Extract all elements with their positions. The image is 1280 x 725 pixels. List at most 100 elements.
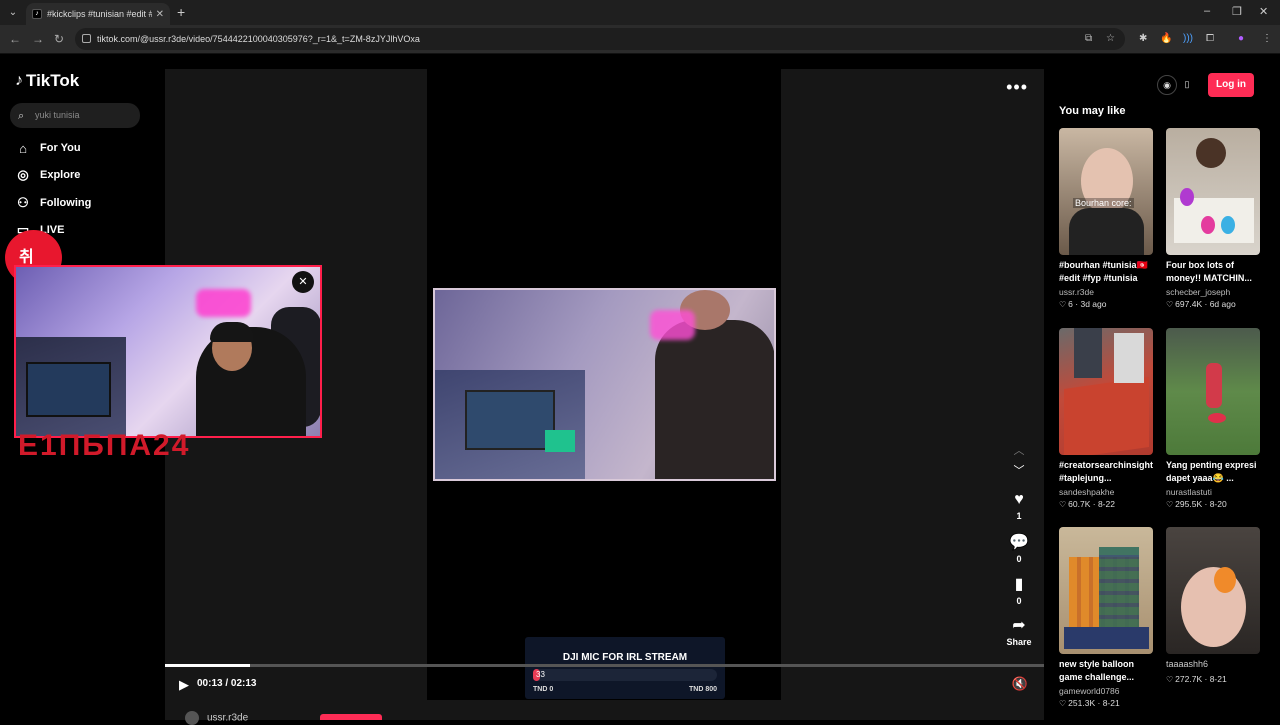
new-tab-button[interactable]: +: [177, 4, 185, 20]
follow-button[interactable]: [320, 714, 382, 720]
donation-goal-widget: DJI MIC FOR IRL STREAM 33 TND 0 TND 800: [525, 637, 725, 699]
fire-extension-icon[interactable]: 🔥: [1160, 33, 1172, 44]
thumbnail-caption: Bourhan core:: [1073, 198, 1134, 208]
extensions-puzzle-icon[interactable]: ⧠: [1206, 33, 1214, 44]
phone-icon[interactable]: ▯: [1177, 75, 1197, 95]
search-placeholder: yuki tunisia: [35, 110, 80, 120]
browser-tab[interactable]: ♪ #kickclips #tunisian #edit #fyp ✕: [26, 3, 170, 25]
sidebar-item-explore[interactable]: ◎ Explore: [14, 165, 80, 185]
suggestion-card[interactable]: Yang penting expresi dapet yaaa😂 ... nur…: [1166, 328, 1260, 509]
compass-icon[interactable]: ◉: [1157, 75, 1177, 95]
card-caption: #creatorsearchinsights #taplejung...: [1059, 460, 1153, 483]
card-meta: ♡ 295.5K · 8-20: [1166, 499, 1227, 509]
suggestion-card[interactable]: #creatorsearchinsights #taplejung... san…: [1059, 328, 1153, 509]
mute-icon[interactable]: 🔇: [1012, 676, 1028, 692]
profile-avatar-icon[interactable]: ●: [1238, 33, 1244, 44]
audio-extension-icon[interactable]: ))): [1183, 33, 1193, 44]
heart-outline-icon: ♡: [1059, 699, 1067, 708]
sidebar-item-label: Following: [40, 197, 92, 209]
heart-outline-icon: ♡: [1166, 300, 1174, 309]
url-field[interactable]: tiktok.com/@ussr.r3de/video/754442210004…: [75, 28, 1125, 50]
card-meta: ♡ 697.4K · 6d ago: [1166, 299, 1236, 309]
scroll-up-icon[interactable]: ︿: [1006, 442, 1032, 458]
browser-tab-bar: ⌄ ♪ #kickclips #tunisian #edit #fyp ✕ + …: [0, 0, 1280, 25]
sidebar-item-for-you[interactable]: ⌂ For You: [14, 138, 81, 158]
video-thumbnail[interactable]: [1166, 527, 1260, 654]
author-avatar: [185, 711, 199, 725]
video-thumbnail[interactable]: Bourhan core:: [1059, 128, 1153, 255]
card-user: nurastlastuti: [1166, 487, 1212, 497]
video-thumbnail[interactable]: [1059, 527, 1153, 654]
play-icon[interactable]: ▶: [179, 677, 189, 693]
address-bar-row: ← → ↻ tiktok.com/@ussr.r3de/video/754442…: [0, 25, 1280, 54]
card-meta: ♡ 60.7K · 8-22: [1059, 499, 1115, 509]
logo-text: TikTok: [26, 71, 80, 90]
suggestion-card[interactable]: new style balloon game challenge... game…: [1059, 527, 1153, 708]
video-progress-bar[interactable]: [165, 664, 1044, 667]
more-options-icon[interactable]: •••: [1006, 77, 1028, 98]
save-count: 0: [1016, 596, 1022, 606]
card-caption: #bourhan #tunisia🇹🇳 #edit #fyp #tunisia: [1059, 260, 1148, 283]
close-window-button[interactable]: ✕: [1259, 5, 1268, 18]
compass-icon: ◎: [17, 167, 29, 182]
share-button[interactable]: ➦ Share: [1001, 615, 1037, 647]
site-info-icon[interactable]: [82, 34, 91, 43]
donation-min: TND 0: [533, 686, 554, 693]
sidebar-item-following[interactable]: ⚇ Following: [14, 193, 91, 213]
tab-list-button[interactable]: ⌄: [5, 5, 21, 21]
scroll-down-icon[interactable]: ﹀: [1006, 462, 1032, 478]
card-caption: Yang penting expresi dapet yaaa😂 ...: [1166, 460, 1257, 483]
card-caption: new style balloon game challenge...: [1059, 659, 1135, 682]
stream-clip-image: [433, 288, 776, 481]
card-user: gameworld0786: [1059, 686, 1120, 696]
extension-icon[interactable]: ✱: [1139, 33, 1147, 44]
card-caption: taaaashh6: [1166, 659, 1209, 669]
maximize-button[interactable]: ❐: [1232, 5, 1242, 18]
back-arrow-icon[interactable]: ←: [9, 32, 21, 46]
donation-max: TND 800: [688, 686, 717, 693]
heart-icon: ♥: [1014, 491, 1024, 508]
forward-arrow-icon[interactable]: →: [32, 32, 44, 46]
tiktok-logo[interactable]: ♪ TikTok: [15, 71, 79, 91]
card-meta: ♡ 6 · 3d ago: [1059, 299, 1107, 309]
heart-outline-icon: ♡: [1059, 300, 1067, 309]
author-row[interactable]: ussr.r3de: [185, 711, 248, 725]
comment-button[interactable]: 💬 0: [1006, 532, 1032, 564]
heart-outline-icon: ♡: [1166, 500, 1174, 509]
bookmark-icon: ▮: [1014, 576, 1024, 593]
following-icon: ⚇: [17, 195, 29, 210]
reload-icon[interactable]: ↻: [54, 32, 64, 46]
tab-title: #kickclips #tunisian #edit #fyp: [47, 9, 152, 19]
sidebar-item-label: Explore: [40, 169, 81, 181]
save-button[interactable]: ▮ 0: [1006, 574, 1032, 606]
card-user: sandeshpakhe: [1059, 487, 1115, 497]
video-thumbnail[interactable]: [1059, 328, 1153, 455]
tab-close-icon[interactable]: ✕: [156, 9, 164, 20]
bookmark-star-icon[interactable]: ☆: [1106, 33, 1115, 44]
login-button[interactable]: Log in: [1208, 73, 1254, 97]
suggestion-card[interactable]: taaaashh6 ♡ 272.7K · 8-21: [1166, 527, 1260, 684]
donation-progress-fill: 33: [533, 669, 545, 681]
donation-title: DJI MIC FOR IRL STREAM: [562, 652, 688, 663]
browser-menu-icon[interactable]: ⋮: [1262, 33, 1272, 44]
search-input[interactable]: ⌕ yuki tunisia: [10, 103, 140, 128]
like-button[interactable]: ♥ 1: [1006, 491, 1032, 521]
sidebar-item-label: For You: [40, 142, 81, 154]
webcam-overlay: ✕: [14, 265, 322, 438]
video-time: 00:13 / 02:13: [197, 678, 257, 689]
author-name: ussr.r3de: [207, 712, 249, 724]
tiktok-page: ♪ TikTok ⌕ yuki tunisia ⌂ For You ◎ Expl…: [0, 55, 1280, 725]
install-app-icon[interactable]: ⧉: [1085, 33, 1092, 44]
overlay-background-text: E1ПБПА24: [18, 429, 191, 462]
close-overlay-icon[interactable]: ✕: [292, 271, 314, 293]
video-thumbnail[interactable]: [1166, 328, 1260, 455]
tiktok-note-icon: ♪: [15, 72, 23, 89]
card-caption: Four box lots of money!! MATCHIN...: [1166, 260, 1252, 283]
like-count: 1: [1016, 511, 1022, 521]
heart-outline-icon: ♡: [1166, 675, 1174, 684]
video-thumbnail[interactable]: [1166, 128, 1260, 255]
minimize-button[interactable]: –: [1204, 5, 1210, 17]
comment-count: 0: [1016, 554, 1022, 564]
suggestion-card[interactable]: Bourhan core: #bourhan #tunisia🇹🇳 #edit …: [1059, 128, 1153, 309]
suggestion-card[interactable]: Four box lots of money!! MATCHIN... sche…: [1166, 128, 1260, 309]
